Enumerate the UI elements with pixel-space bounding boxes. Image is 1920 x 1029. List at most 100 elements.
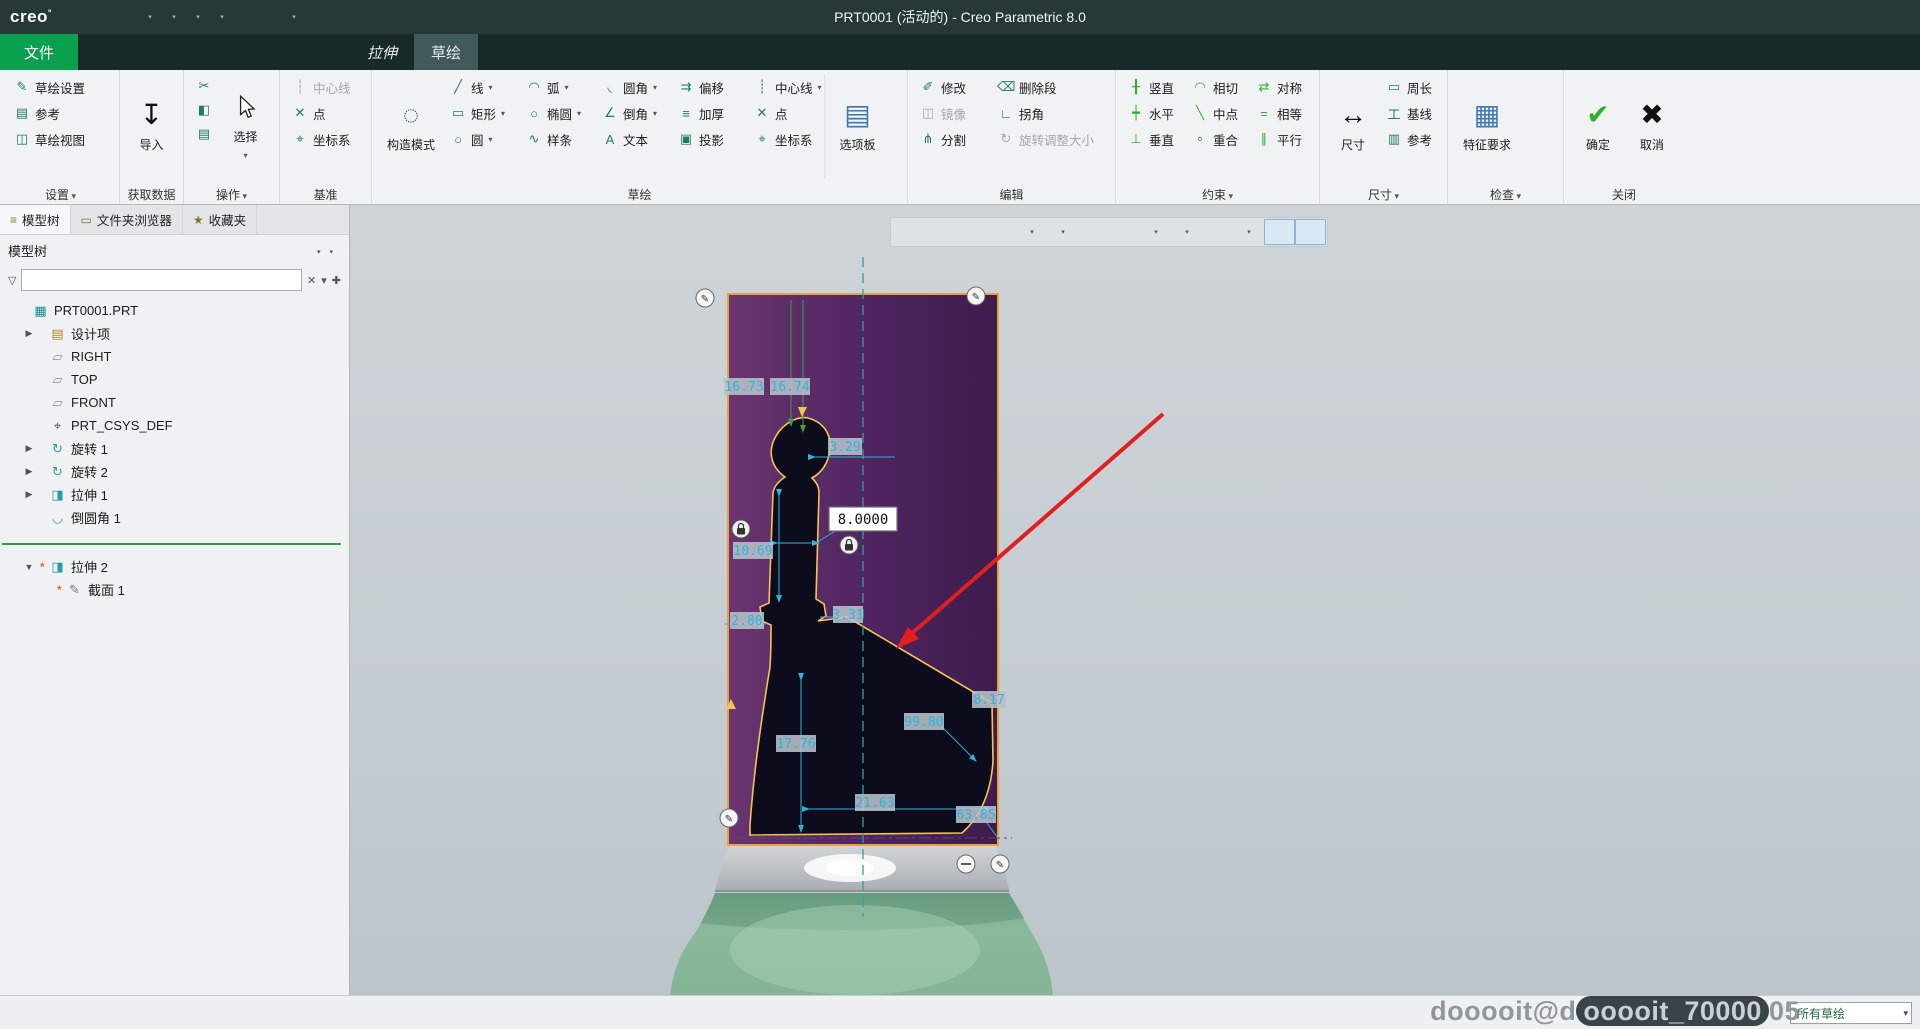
- refit-icon[interactable]: [892, 219, 923, 245]
- sketch-plane[interactable]: [727, 293, 1012, 846]
- tree-item-round-1[interactable]: ◡ 倒圆角 1: [0, 506, 349, 529]
- tab-favorites[interactable]: ★ 收藏夹: [183, 205, 258, 234]
- palette-button[interactable]: ▤ 选项板: [824, 74, 890, 178]
- spline-button[interactable]: ∿ 样条: [520, 126, 596, 152]
- perimeter-button[interactable]: ▭ 周长: [1380, 74, 1437, 100]
- shade-closed-loops-icon-button[interactable]: [1520, 74, 1544, 98]
- tree-item-front[interactable]: ▱ FRONT: [0, 391, 349, 414]
- feature-requirements-button[interactable]: ▦ 特征要求: [1454, 74, 1520, 178]
- tree-filters-icon[interactable]: [316, 243, 321, 257]
- tab-view[interactable]: [248, 34, 282, 70]
- ellipse-button[interactable]: ○ 椭圆: [520, 100, 596, 126]
- dim-d6[interactable]: 3.31: [832, 606, 864, 623]
- datum-point-button[interactable]: ✕ 点: [286, 100, 356, 126]
- tab-live-simulation[interactable]: [146, 34, 180, 70]
- graphics-toolbar-options-icon[interactable]: [1295, 219, 1326, 245]
- group-label-inspect[interactable]: 检查: [1448, 186, 1563, 203]
- redo-icon[interactable]: [162, 5, 184, 29]
- datum-display-icon[interactable]: [1140, 219, 1171, 245]
- chamfer-button[interactable]: ∠ 倒角: [596, 100, 672, 126]
- dim-d8[interactable]: 99.80: [904, 713, 944, 730]
- tab-extrude-context[interactable]: 拉伸: [350, 34, 414, 70]
- divide-button[interactable]: ⋔ 分割: [914, 126, 992, 152]
- horizontal-constraint-button[interactable]: ┿ 水平: [1122, 100, 1186, 126]
- centerline-button[interactable]: ┊ 中心线: [748, 74, 824, 100]
- construction-mode-button[interactable]: ◌ 构造模式: [378, 74, 444, 178]
- sketch-setup-button[interactable]: ✎ 草绘设置: [8, 74, 90, 100]
- tree-item-revolve-1[interactable]: ▶ ↻ 旋转 1: [0, 437, 349, 460]
- view-manager-icon[interactable]: [1078, 219, 1109, 245]
- references-button[interactable]: ▤ 参考: [8, 100, 90, 126]
- saved-orientations-icon[interactable]: [1047, 219, 1078, 245]
- project-button[interactable]: ▣ 投影: [672, 126, 748, 152]
- coincident-constraint-button[interactable]: ∘ 重合: [1186, 126, 1250, 152]
- tree-item-prt0001[interactable]: ▦ PRT0001.PRT: [0, 299, 349, 322]
- point-button[interactable]: ✕ 点: [748, 100, 824, 126]
- cancel-button[interactable]: ✖ 取消: [1626, 74, 1678, 178]
- offset-button[interactable]: ⇉ 偏移: [672, 74, 748, 100]
- group-label-operations[interactable]: 操作: [184, 186, 279, 203]
- tree-item-extrude-1[interactable]: ▶ ◨ 拉伸 1: [0, 483, 349, 506]
- dim-d11[interactable]: 8.17: [972, 691, 1006, 708]
- open-file-icon[interactable]: [90, 5, 112, 29]
- group-label-setup[interactable]: 设置: [2, 186, 119, 203]
- tree-filter-input[interactable]: [21, 269, 303, 291]
- midpoint-constraint-button[interactable]: ╲ 中点: [1186, 100, 1250, 126]
- modify-handle-icon[interactable]: ✎: [990, 854, 1010, 874]
- equal-constraint-button[interactable]: = 相等: [1250, 100, 1314, 126]
- minimize-button[interactable]: [1806, 0, 1844, 34]
- delete-segment-button[interactable]: ⌫ 删除段: [992, 74, 1110, 100]
- sketch-csys-button[interactable]: ⌖ 坐标系: [748, 126, 824, 152]
- fillet-button[interactable]: ◟ 圆角: [596, 74, 672, 100]
- modify-handle-icon[interactable]: ✎: [695, 288, 715, 308]
- tab-analysis[interactable]: [112, 34, 146, 70]
- tangent-constraint-button[interactable]: ◠ 相切: [1186, 74, 1250, 100]
- line-button[interactable]: ╱ 线: [444, 74, 520, 100]
- tree-item-extrude-2[interactable]: ▼ * ◨ 拉伸 2: [0, 555, 349, 578]
- text-button[interactable]: A 文本: [596, 126, 672, 152]
- placeholder-icon[interactable]: [66, 1002, 90, 1024]
- tab-applications[interactable]: [316, 34, 350, 70]
- tab-file[interactable]: 文件: [0, 34, 79, 70]
- dim-d4[interactable]: 10.69: [733, 542, 773, 559]
- regenerate-icon[interactable]: [186, 5, 208, 29]
- maximize-button[interactable]: [1844, 0, 1882, 34]
- tab-tools[interactable]: [214, 34, 248, 70]
- save-icon[interactable]: [114, 5, 136, 29]
- copy-icon-button[interactable]: ◧: [190, 98, 218, 122]
- mirror-button[interactable]: ◫ 镜像: [914, 100, 992, 126]
- expand-icon[interactable]: ▼: [23, 562, 35, 572]
- filter-clear-icon[interactable]: ✕: [307, 274, 316, 287]
- expand-icon[interactable]: ▶: [23, 489, 35, 500]
- expand-icon[interactable]: ▶: [23, 443, 35, 454]
- symmetric-constraint-button[interactable]: ⇄ 对称: [1250, 74, 1314, 100]
- group-label-constrain[interactable]: 约束: [1116, 186, 1319, 203]
- thicken-button[interactable]: ≡ 加厚: [672, 100, 748, 126]
- cut-icon-button[interactable]: ✂: [190, 74, 218, 98]
- parallel-constraint-button[interactable]: ∥ 平行: [1250, 126, 1314, 152]
- dim-d10[interactable]: 63.85: [956, 806, 996, 823]
- rectangle-button[interactable]: ▭ 矩形: [444, 100, 520, 126]
- stop-icon[interactable]: [258, 5, 280, 29]
- dim-d3[interactable]: 3.29: [828, 438, 862, 455]
- model-display-icon[interactable]: [282, 5, 304, 29]
- dimension-button[interactable]: ↔ 尺寸: [1326, 74, 1380, 178]
- tree-item-section-1[interactable]: * ✎ 截面 1: [0, 578, 349, 601]
- close-window-icon[interactable]: [234, 5, 256, 29]
- tab-model-tree[interactable]: ≡ 模型树: [0, 205, 71, 234]
- modify-button[interactable]: ✐ 修改: [914, 74, 992, 100]
- group-label-dimension[interactable]: 尺寸: [1320, 186, 1447, 203]
- customize-quick-toolbar-icon[interactable]: [306, 5, 328, 29]
- tab-sketch-active[interactable]: 草绘: [414, 34, 479, 70]
- paste-icon-button[interactable]: ▤: [190, 122, 218, 146]
- windows-icon[interactable]: [210, 5, 232, 29]
- select-button[interactable]: 选择: [218, 74, 273, 178]
- datum-csys-button[interactable]: ⌖ 坐标系: [286, 126, 356, 152]
- annotation-display-icon[interactable]: [1171, 219, 1202, 245]
- dim-d7[interactable]: 17.76: [776, 735, 816, 752]
- tab-folder-browser[interactable]: ▭ 文件夹浏览器: [71, 205, 183, 234]
- expand-icon[interactable]: ▶: [23, 328, 35, 339]
- perpendicular-constraint-button[interactable]: ⊥ 垂直: [1122, 126, 1186, 152]
- dim-edit-input[interactable]: 8.0000: [828, 506, 898, 532]
- ok-button[interactable]: ✔ 确定: [1570, 74, 1626, 178]
